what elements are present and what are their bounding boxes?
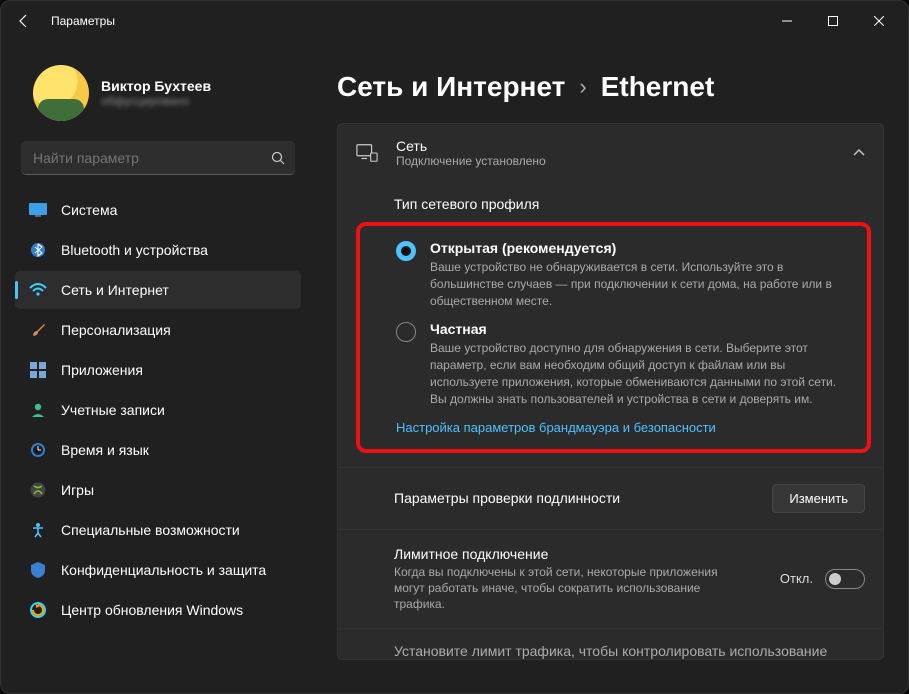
person-icon (29, 401, 47, 419)
back-button[interactable] (7, 4, 41, 38)
change-button[interactable]: Изменить (772, 484, 865, 513)
breadcrumb-current: Ethernet (601, 71, 715, 103)
metered-toggle[interactable] (825, 569, 865, 589)
toggle-state-label: Откл. (780, 571, 813, 586)
radio-open[interactable] (396, 241, 416, 261)
network-title: Сеть (396, 138, 546, 154)
profile-block[interactable]: Виктор Бухтеев обфусцировано (15, 41, 301, 141)
network-subtitle: Подключение установлено (396, 154, 546, 168)
radio-private-desc: Ваше устройство доступно для обнаружения… (430, 340, 851, 407)
xbox-icon (29, 481, 47, 499)
chevron-up-icon (853, 149, 865, 157)
nav-system[interactable]: Система (15, 191, 301, 229)
brush-icon (29, 321, 47, 339)
accessibility-icon (29, 521, 47, 539)
auth-row: Параметры проверки подлинности Изменить (338, 467, 883, 529)
search-box[interactable] (21, 141, 295, 175)
minimize-button[interactable] (764, 5, 810, 37)
firewall-settings-link[interactable]: Настройка параметров брандмауэра и безоп… (396, 420, 851, 435)
nav-label: Персонализация (61, 322, 171, 338)
nav-label: Конфиденциальность и защита (61, 562, 266, 578)
chevron-right-icon: › (579, 74, 586, 100)
wifi-icon (29, 281, 47, 299)
shield-icon (29, 561, 47, 579)
radio-open-title: Открытая (рекомендуется) (430, 240, 851, 256)
search-input[interactable] (33, 150, 271, 166)
breadcrumb: Сеть и Интернет › Ethernet (337, 71, 884, 103)
nav-list: Система Bluetooth и устройства Сеть и Ин… (15, 191, 301, 629)
maximize-button[interactable] (810, 5, 856, 37)
profile-type-highlight: Открытая (рекомендуется) Ваше устройство… (356, 222, 871, 453)
metered-row: Лимитное подключение Когда вы подключены… (338, 529, 883, 629)
profile-name: Виктор Бухтеев (101, 78, 211, 94)
data-limit-row: Установите лимит трафика, чтобы контроли… (338, 628, 883, 659)
apps-icon (29, 361, 47, 379)
auth-title: Параметры проверки подлинности (394, 490, 620, 506)
titlebar: Параметры (1, 1, 908, 41)
radio-private[interactable] (396, 322, 416, 342)
nav-label: Система (61, 202, 117, 218)
display-icon (29, 201, 47, 219)
settings-window: Параметры Виктор Бухтеев обфусцировано (0, 0, 909, 694)
window-title: Параметры (51, 14, 115, 28)
nav-privacy[interactable]: Конфиденциальность и защита (15, 551, 301, 589)
ethernet-card: Сеть Подключение установлено Тип сетевог… (337, 123, 884, 660)
close-button[interactable] (856, 5, 902, 37)
radio-open-row[interactable]: Открытая (рекомендуется) Ваше устройство… (396, 240, 851, 309)
search-icon (271, 151, 285, 165)
nav-accounts[interactable]: Учетные записи (15, 391, 301, 429)
metered-title: Лимитное подключение (394, 546, 734, 562)
sidebar: Виктор Бухтеев обфусцировано Система Blu… (1, 41, 311, 693)
radio-private-title: Частная (430, 321, 851, 337)
nav-label: Приложения (61, 362, 143, 378)
radio-private-row[interactable]: Частная Ваше устройство доступно для обн… (396, 321, 851, 407)
nav-time-language[interactable]: Время и язык (15, 431, 301, 469)
nav-label: Bluetooth и устройства (61, 242, 208, 258)
nav-apps[interactable]: Приложения (15, 351, 301, 389)
nav-label: Время и язык (61, 442, 149, 458)
nav-label: Сеть и Интернет (61, 282, 169, 298)
metered-desc: Когда вы подключены к этой сети, некотор… (394, 564, 734, 613)
nav-bluetooth[interactable]: Bluetooth и устройства (15, 231, 301, 269)
nav-personalization[interactable]: Персонализация (15, 311, 301, 349)
nav-network[interactable]: Сеть и Интернет (15, 271, 301, 309)
nav-label: Центр обновления Windows (61, 602, 243, 618)
update-icon (29, 601, 47, 619)
nav-label: Игры (61, 482, 94, 498)
nav-label: Специальные возможности (61, 522, 240, 538)
profile-email: обфусцировано (101, 94, 211, 108)
network-header[interactable]: Сеть Подключение установлено (338, 124, 883, 182)
profile-type-heading: Тип сетевого профиля (338, 182, 883, 222)
avatar (33, 65, 89, 121)
breadcrumb-parent[interactable]: Сеть и Интернет (337, 71, 565, 103)
radio-open-desc: Ваше устройство не обнаруживается в сети… (430, 259, 851, 309)
nav-label: Учетные записи (61, 402, 165, 418)
main-panel: Сеть и Интернет › Ethernet Сеть Подключе… (311, 41, 908, 693)
bluetooth-icon (29, 241, 47, 259)
nav-windows-update[interactable]: Центр обновления Windows (15, 591, 301, 629)
nav-accessibility[interactable]: Специальные возможности (15, 511, 301, 549)
clock-globe-icon (29, 441, 47, 459)
monitor-network-icon (356, 142, 378, 164)
nav-gaming[interactable]: Игры (15, 471, 301, 509)
